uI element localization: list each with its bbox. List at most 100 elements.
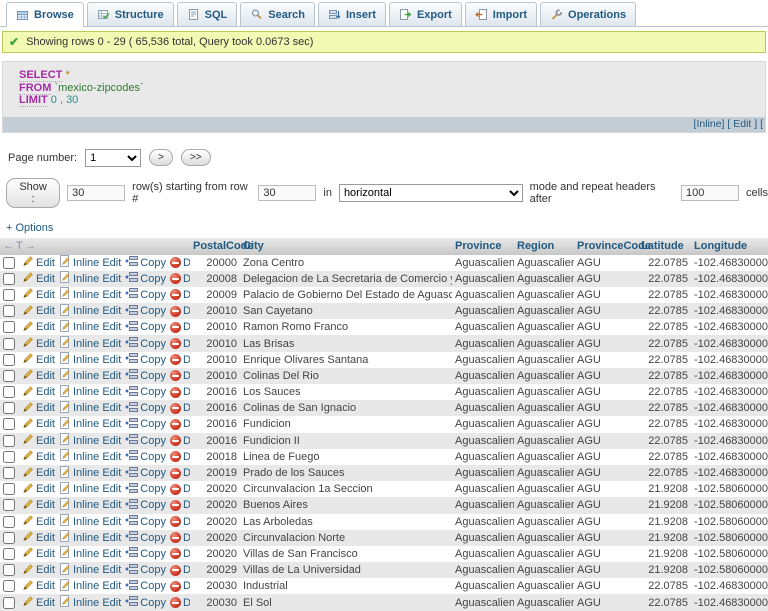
row-checkbox[interactable]	[3, 273, 15, 285]
copy-link[interactable]: Copy	[125, 466, 166, 481]
next-page-button[interactable]: >	[149, 149, 173, 166]
delete-link[interactable]: Delete	[170, 321, 190, 333]
copy-link[interactable]: Copy	[125, 304, 166, 319]
row-checkbox[interactable]	[3, 597, 15, 609]
header-provincecode[interactable]: ProvinceCode	[574, 238, 638, 255]
copy-link[interactable]: Copy	[125, 546, 166, 561]
delete-link[interactable]: Delete	[170, 418, 190, 430]
copy-link[interactable]: Copy	[125, 530, 166, 545]
row-checkbox[interactable]	[3, 451, 15, 463]
inline-edit-link[interactable]: Inline Edit	[59, 546, 121, 561]
move-left-icon[interactable]: ←	[3, 240, 16, 252]
row-checkbox[interactable]	[3, 321, 15, 333]
edit-link[interactable]: Edit	[22, 546, 55, 561]
inline-edit-link[interactable]: Inline Edit	[59, 482, 121, 497]
copy-link[interactable]: Copy	[125, 385, 166, 400]
delete-link[interactable]: Delete	[170, 532, 190, 544]
tab-sql[interactable]: SQL	[177, 2, 238, 26]
edit-query-link[interactable]: [ Edit ]	[727, 118, 757, 130]
edit-link[interactable]: Edit	[22, 336, 55, 351]
header-longitude[interactable]: Longitude	[691, 238, 768, 255]
edit-link[interactable]: Edit	[22, 449, 55, 464]
inline-edit-link[interactable]: Inline Edit	[59, 271, 121, 286]
row-checkbox[interactable]	[3, 257, 15, 269]
inline-edit-link[interactable]: Inline Edit	[59, 449, 121, 464]
header-postalcode[interactable]: PostalCode	[190, 238, 240, 255]
delete-link[interactable]: Delete	[170, 467, 190, 479]
inline-edit-link[interactable]: Inline Edit	[59, 401, 121, 416]
copy-link[interactable]: Copy	[125, 320, 166, 335]
tab-export[interactable]: Export	[389, 2, 462, 26]
copy-link[interactable]: Copy	[125, 449, 166, 464]
edit-link[interactable]: Edit	[22, 498, 55, 513]
edit-link[interactable]: Edit	[22, 530, 55, 545]
tab-import[interactable]: Import	[465, 2, 537, 26]
edit-link[interactable]: Edit	[22, 304, 55, 319]
inline-edit-link[interactable]: Inline Edit	[59, 255, 121, 270]
row-checkbox[interactable]	[3, 467, 15, 479]
edit-link[interactable]: Edit	[22, 401, 55, 416]
inline-edit-link[interactable]: Inline Edit	[59, 466, 121, 481]
tab-structure[interactable]: Structure	[87, 2, 174, 26]
transpose-icon[interactable]: T	[16, 240, 25, 252]
inline-edit-link[interactable]: Inline Edit	[59, 579, 121, 594]
tab-browse[interactable]: Browse	[6, 2, 84, 27]
copy-link[interactable]: Copy	[125, 255, 166, 270]
delete-link[interactable]: Delete	[170, 386, 190, 398]
row-checkbox[interactable]	[3, 580, 15, 592]
inline-edit-link[interactable]: Inline Edit	[59, 336, 121, 351]
row-checkbox[interactable]	[3, 418, 15, 430]
delete-link[interactable]: Delete	[170, 499, 190, 511]
row-checkbox[interactable]	[3, 402, 15, 414]
inline-edit-link[interactable]: Inline Edit	[59, 320, 121, 335]
page-number-select[interactable]: 1	[85, 149, 141, 167]
row-checkbox[interactable]	[3, 386, 15, 398]
inline-edit-link[interactable]: Inline Edit	[59, 514, 121, 529]
edit-link[interactable]: Edit	[22, 352, 55, 367]
edit-link[interactable]: Edit	[22, 271, 55, 286]
header-province[interactable]: Province	[452, 238, 514, 255]
header-latitude[interactable]: Latitude	[638, 238, 691, 255]
inline-edit-link[interactable]: Inline Edit	[59, 368, 121, 383]
edit-link[interactable]: Edit	[22, 482, 55, 497]
row-checkbox[interactable]	[3, 564, 15, 576]
delete-link[interactable]: Delete	[170, 354, 190, 366]
row-checkbox[interactable]	[3, 370, 15, 382]
copy-link[interactable]: Copy	[125, 433, 166, 448]
display-mode-select[interactable]: horizontal	[339, 184, 523, 202]
edit-link[interactable]: Edit	[22, 255, 55, 270]
row-checkbox[interactable]	[3, 499, 15, 511]
row-checkbox[interactable]	[3, 532, 15, 544]
delete-link[interactable]: Delete	[170, 305, 190, 317]
last-page-button[interactable]: >>	[181, 149, 211, 166]
inline-edit-link[interactable]: Inline Edit	[59, 417, 121, 432]
repeat-headers-input[interactable]	[681, 185, 739, 201]
edit-link[interactable]: Edit	[22, 466, 55, 481]
row-checkbox[interactable]	[3, 354, 15, 366]
row-checkbox[interactable]	[3, 435, 15, 447]
inline-edit-link[interactable]: Inline Edit	[59, 433, 121, 448]
row-checkbox[interactable]	[3, 483, 15, 495]
copy-link[interactable]: Copy	[125, 563, 166, 578]
copy-link[interactable]: Copy	[125, 368, 166, 383]
copy-link[interactable]: Copy	[125, 401, 166, 416]
move-right-icon[interactable]: →	[25, 240, 38, 252]
edit-link[interactable]: Edit	[22, 433, 55, 448]
delete-link[interactable]: Delete	[170, 338, 190, 350]
inline-edit-link[interactable]: Inline Edit	[59, 530, 121, 545]
edit-link[interactable]: Edit	[22, 385, 55, 400]
copy-link[interactable]: Copy	[125, 595, 166, 610]
edit-link[interactable]: Edit	[22, 514, 55, 529]
delete-link[interactable]: Delete	[170, 516, 190, 528]
show-button[interactable]: Show :	[6, 178, 60, 208]
inline-edit-link[interactable]: Inline Edit	[59, 595, 121, 610]
edit-link[interactable]: Edit	[22, 563, 55, 578]
inline-edit-query-link[interactable]: [Inline]	[694, 118, 725, 130]
tab-search[interactable]: Search	[240, 2, 315, 26]
inline-edit-link[interactable]: Inline Edit	[59, 287, 121, 302]
delete-link[interactable]: Delete	[170, 402, 190, 414]
delete-link[interactable]: Delete	[170, 257, 190, 269]
delete-link[interactable]: Delete	[170, 597, 190, 609]
edit-link[interactable]: Edit	[22, 579, 55, 594]
copy-link[interactable]: Copy	[125, 482, 166, 497]
